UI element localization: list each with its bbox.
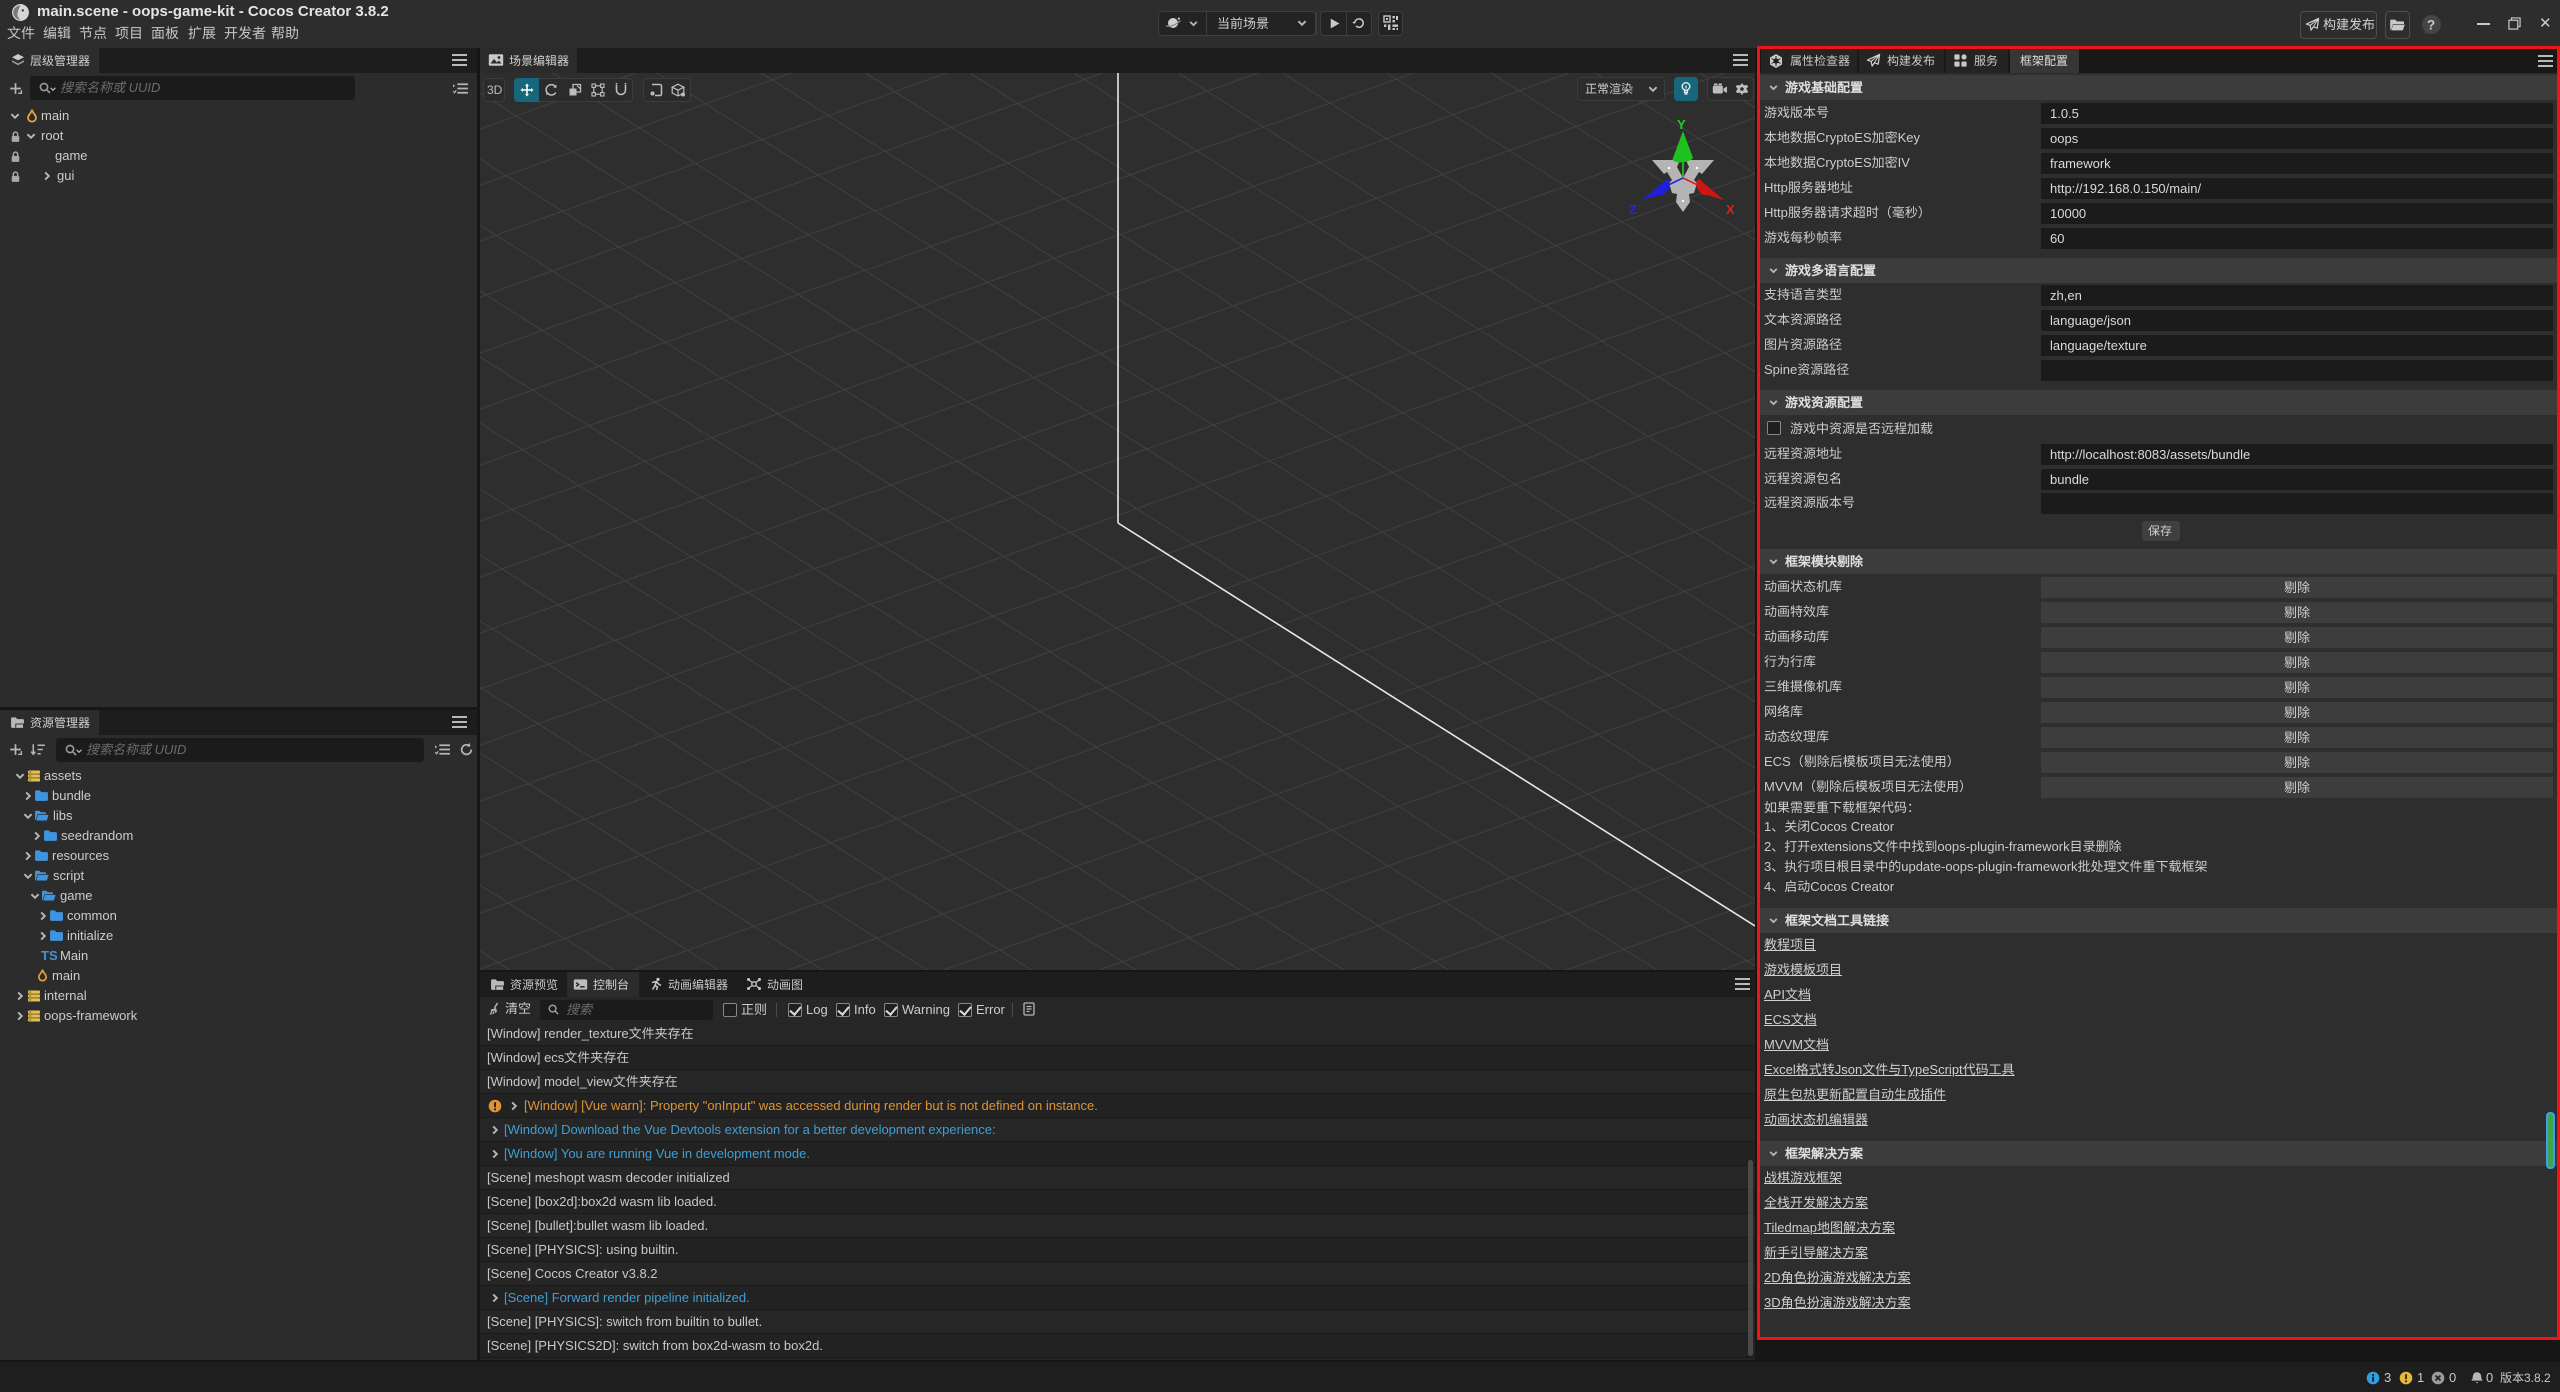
svg-text:Y: Y	[1677, 118, 1686, 132]
svg-text:Z: Z	[1629, 202, 1637, 217]
svg-text:X: X	[1726, 202, 1735, 217]
